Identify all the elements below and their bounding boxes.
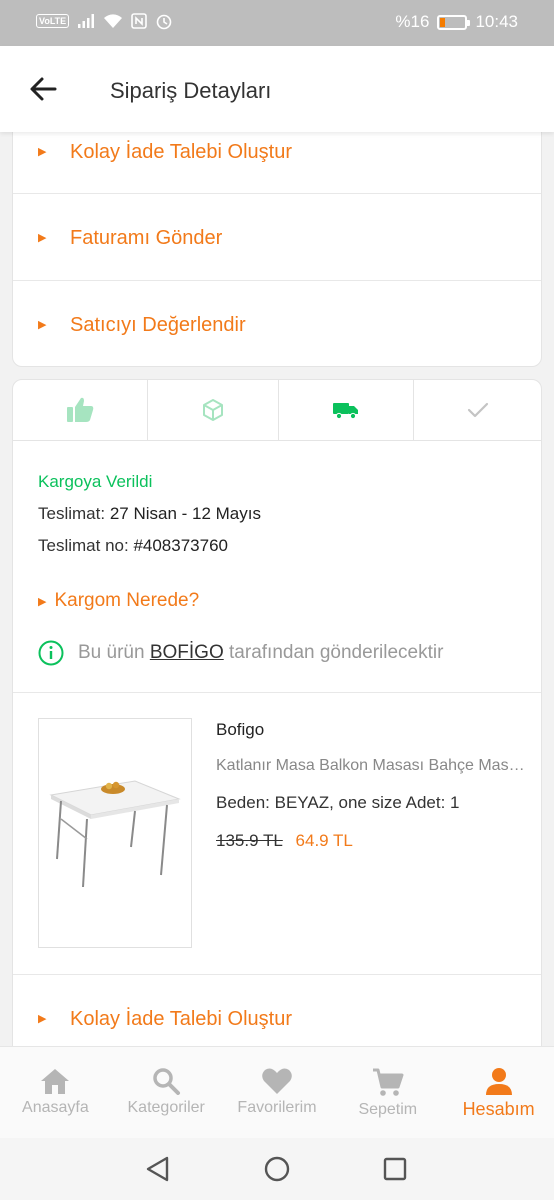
arrow-left-icon[interactable] [28,74,58,104]
nav-categories-label: Kategoriler [127,1099,205,1116]
status-bar: VoLTE %16 10:43 [0,0,554,46]
user-icon [485,1068,512,1095]
caret-right-icon: ▶ [38,319,47,331]
divider [13,692,541,693]
shipment-info: Kargoya Verildi Teslimat: 27 Nisan - 12 … [38,472,261,568]
nav-home[interactable]: Anasayfa [0,1047,111,1138]
back-triangle-icon[interactable] [145,1156,171,1182]
clock: 10:43 [475,12,518,31]
nav-categories[interactable]: Kategoriler [111,1047,222,1138]
tracking-number-value: #408373760 [133,536,228,555]
thumbs-up-icon [67,397,94,422]
system-nav-bar [0,1138,554,1200]
check-icon [467,402,488,418]
nav-account-label: Hesabım [462,1099,535,1119]
easy-return-label: Kolay İade Talebi Oluştur [70,141,292,163]
bottom-nav: Anasayfa Kategoriler Favorilerim Sepetim… [0,1046,554,1138]
step-confirmed [13,380,148,440]
nav-cart-label: Sepetim [358,1101,418,1118]
step-delivered [414,380,541,440]
box-icon [203,399,223,421]
seller-info: Bu ürün BOFİGO tarafından gönderilecekti… [38,640,443,666]
home-circle-icon[interactable] [264,1156,290,1182]
rate-seller-label: Satıcıyı Değerlendir [70,314,246,336]
caret-right-icon: ▶ [38,1013,47,1025]
product-name[interactable]: Katlanır Masa Balkon Masası Bahçe Masası [216,757,526,775]
app-bar: Sipariş Detayları [0,46,554,132]
alarm-icon [156,14,172,30]
shipment-status: Kargoya Verildi [38,472,153,491]
send-invoice-link[interactable]: ▶ Faturamı Gönder [13,194,541,281]
where-is-my-cargo-label: Kargom Nerede? [54,590,200,611]
new-price: 64.9 TL [295,831,353,850]
delivery-date: Teslimat: 27 Nisan - 12 Mayıs [38,504,261,524]
where-is-my-cargo-link[interactable]: ▶ Kargom Nerede? [38,590,199,612]
volte-badge: VoLTE [36,14,70,28]
truck-icon [333,403,358,420]
seller-link[interactable]: BOFİGO [150,642,224,663]
seller-info-suffix: tarafından gönderilecektir [229,642,444,663]
old-price: 135.9 TL [216,831,283,850]
product-details: Bofigo Katlanır Masa Balkon Masası Bahçe… [216,720,526,851]
tracking-number-label: Teslimat no: [38,536,129,555]
product-brand: Bofigo [216,720,265,739]
wifi-icon [104,14,123,28]
nav-home-label: Anasayfa [22,1099,89,1116]
product-image[interactable] [38,718,192,948]
step-shipped [279,380,414,440]
signal-icon [78,14,95,28]
folding-table-image [49,780,181,888]
easy-return-label: Kolay İade Talebi Oluştur [70,1008,292,1030]
battery-icon [437,14,471,30]
order-actions-card: ▶ Kolay İade Talebi Oluştur ▶ Faturamı G… [12,110,542,367]
nfc-icon [131,13,147,29]
product-variant: Beden: BEYAZ, one size Adet: 1 [216,793,460,812]
tracking-steps [13,380,541,441]
product-prices: 135.9 TL 64.9 TL [216,831,526,851]
seller-info-prefix: Bu ürün [78,642,145,663]
nav-cart[interactable]: Sepetim [332,1047,443,1138]
recents-square-icon[interactable] [383,1156,407,1182]
delivery-date-label: Teslimat: [38,504,106,523]
cart-icon [372,1068,404,1096]
rate-seller-link[interactable]: ▶ Satıcıyı Değerlendir [13,281,541,366]
caret-right-icon: ▶ [38,146,47,158]
delivery-date-value: 27 Nisan - 12 Mayıs [109,504,261,523]
battery-percent: %16 [395,12,430,31]
nav-favorites-label: Favorilerim [237,1099,317,1116]
page-title: Sipariş Detayları [110,78,272,103]
heart-icon [262,1068,292,1094]
nav-favorites[interactable]: Favorilerim [222,1047,333,1138]
send-invoice-label: Faturamı Gönder [70,227,223,249]
step-packed [148,380,279,440]
caret-right-icon: ▶ [38,595,47,608]
shipment-card: Kargoya Verildi Teslimat: 27 Nisan - 12 … [12,379,542,1059]
home-icon [41,1069,70,1094]
caret-right-icon: ▶ [38,232,47,244]
tracking-number: Teslimat no: #408373760 [38,536,261,556]
nav-account[interactable]: Hesabım [443,1047,554,1138]
search-icon [153,1068,181,1095]
info-icon [38,640,64,666]
